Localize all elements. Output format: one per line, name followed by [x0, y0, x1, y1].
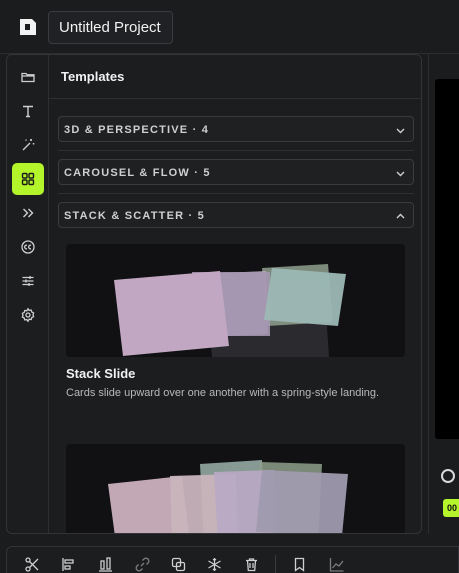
delete-button[interactable]: [243, 556, 260, 573]
timecode-badge: 00: [443, 499, 459, 517]
playhead-handle[interactable]: [441, 469, 455, 483]
text-icon: [23, 105, 33, 118]
sliders-icon: [22, 276, 34, 286]
chevron-down-icon: [396, 128, 405, 134]
category-carousel-flow[interactable]: CAROUSEL & FLOW · 5: [58, 159, 414, 185]
bookmark-icon: [294, 557, 305, 572]
captions-icon: [21, 240, 35, 254]
align-left-button[interactable]: [60, 556, 77, 573]
align-bottom-button[interactable]: [97, 556, 114, 573]
grid-icon: [21, 172, 35, 186]
project-title-field[interactable]: Untitled Project: [48, 11, 173, 44]
templates-content: Templates 3D & PERSPECTIVE · 4 CAROUSEL …: [49, 55, 421, 533]
align-left-icon: [62, 558, 74, 571]
template-preview-image: [66, 444, 405, 533]
category-stack-scatter[interactable]: STACK & SCATTER · 5: [58, 202, 414, 228]
template-description: Cards slide upward over one another with…: [66, 387, 380, 399]
link-button[interactable]: [134, 556, 151, 573]
panel-header: Templates: [49, 55, 421, 99]
sidebar-item-text[interactable]: [12, 95, 44, 127]
align-bottom-icon: [99, 557, 112, 572]
panel-title: Templates: [61, 69, 125, 84]
chevron-down-icon: [396, 171, 405, 177]
preview-canvas[interactable]: [435, 79, 459, 439]
double-chevron-right-icon: [23, 208, 34, 218]
link-icon: [135, 557, 150, 572]
sidebar-item-adjust[interactable]: [12, 265, 44, 297]
divider: [58, 193, 414, 194]
duplicate-icon: [171, 557, 186, 572]
sidebar-item-templates[interactable]: [12, 163, 44, 195]
gear-icon: [21, 307, 35, 323]
template-title: Stack Slide: [66, 366, 136, 381]
sidebar-item-media[interactable]: [12, 61, 44, 93]
freeze-icon: [208, 558, 221, 571]
preview-area: 00: [428, 54, 459, 534]
app-logo-icon[interactable]: [17, 15, 39, 39]
duplicate-button[interactable]: [170, 556, 187, 573]
template-preview-image: [66, 244, 405, 357]
category-3d-perspective[interactable]: 3D & PERSPECTIVE · 4: [58, 116, 414, 142]
category-label: 3D & PERSPECTIVE · 4: [64, 124, 210, 136]
trash-icon: [246, 558, 257, 572]
template-thumbnail-stack-slide[interactable]: [66, 244, 405, 357]
sidebar-item-transitions[interactable]: [12, 197, 44, 229]
graph-icon: [329, 558, 344, 572]
bottom-toolbar: [6, 546, 459, 573]
bookmark-button[interactable]: [291, 556, 308, 573]
templates-panel: Templates 3D & PERSPECTIVE · 4 CAROUSEL …: [6, 54, 422, 534]
split-icon: [25, 557, 39, 572]
top-bar: Untitled Project: [0, 0, 459, 54]
category-label: STACK & SCATTER · 5: [64, 210, 205, 222]
sidebar-item-effects[interactable]: [12, 129, 44, 161]
magic-wand-icon: [22, 139, 35, 151]
sidebar-item-settings[interactable]: [12, 299, 44, 331]
split-button[interactable]: [24, 556, 41, 573]
sidebar-item-captions[interactable]: [12, 231, 44, 263]
toolbar-separator: [275, 555, 276, 573]
folder-icon: [21, 72, 35, 83]
chevron-up-icon: [396, 213, 405, 219]
template-thumbnail[interactable]: [66, 444, 405, 533]
graph-button[interactable]: [328, 556, 345, 573]
divider: [58, 150, 414, 151]
sidebar-rail: [7, 55, 49, 533]
freeze-button[interactable]: [206, 556, 223, 573]
category-label: CAROUSEL & FLOW · 5: [64, 167, 211, 179]
